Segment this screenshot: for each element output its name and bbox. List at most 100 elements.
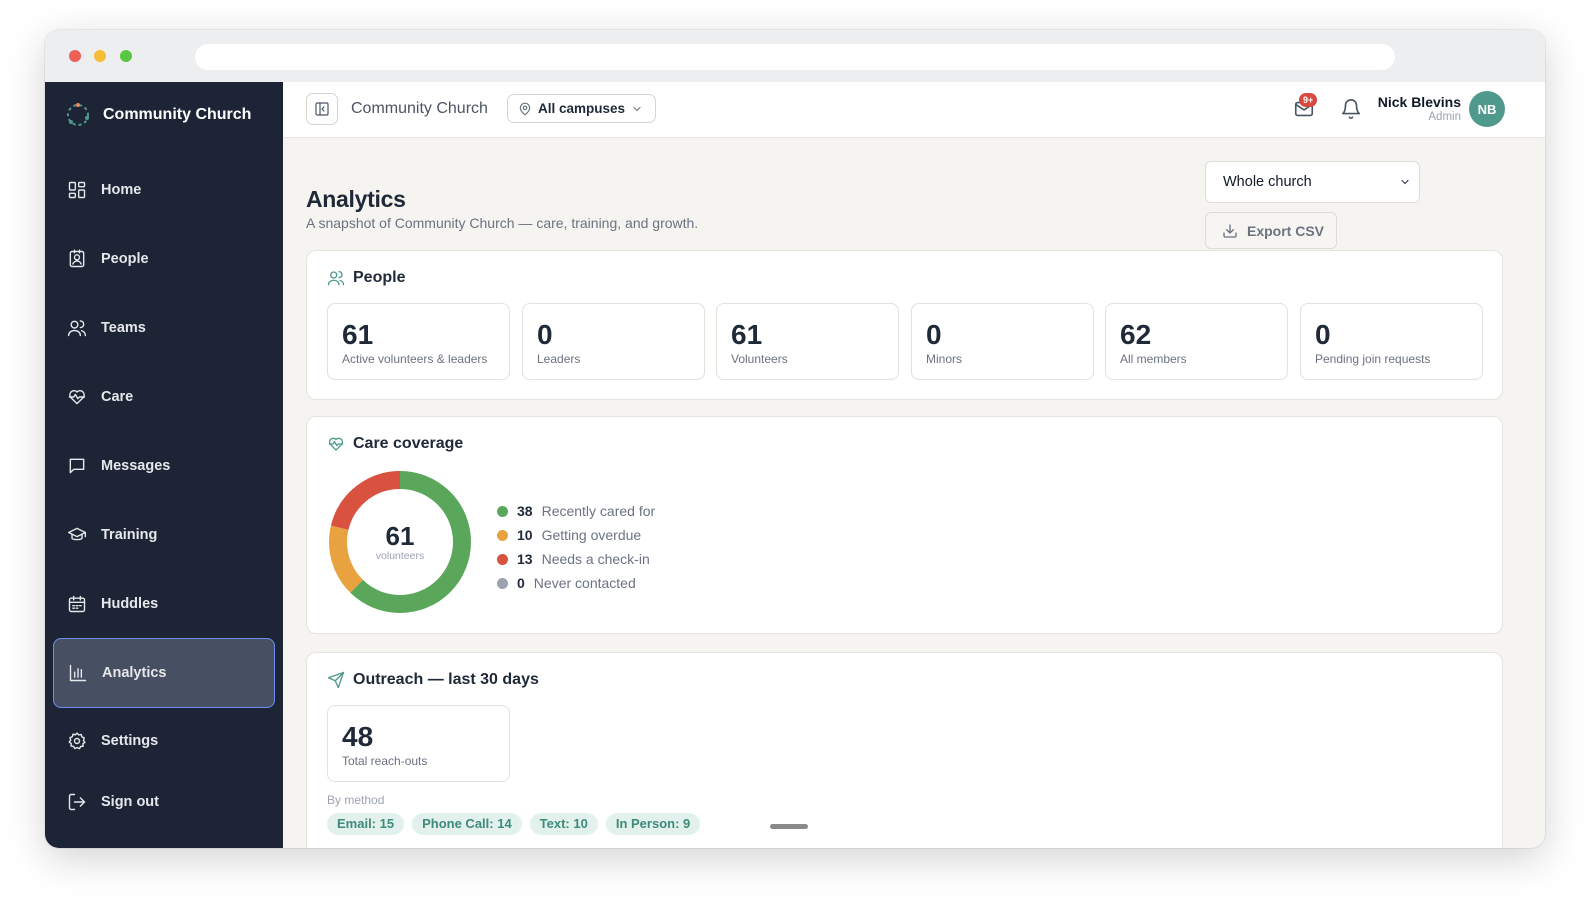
user-role: Admin (1428, 111, 1461, 123)
stat-value: 61 (342, 319, 374, 350)
people-card-heading: People (353, 269, 406, 286)
message-icon (69, 458, 85, 474)
stat-label: Volunteers (731, 352, 788, 366)
sidebar-item-label: Home (101, 182, 142, 198)
sidebar-item-label: Training (101, 527, 158, 543)
sidebar-item-huddles[interactable]: Huddles (53, 570, 275, 638)
campus-label: All campuses (538, 101, 626, 116)
close-window-button[interactable] (69, 50, 81, 62)
method-chip: Phone Call: 14 (412, 813, 522, 835)
church-name: Community Church (351, 100, 488, 117)
care-card-heading: Care coverage (353, 435, 464, 452)
legend-dot (497, 577, 508, 589)
scope-select-value: Whole church (1223, 174, 1312, 190)
legend-label: Getting overdue (541, 527, 642, 543)
donut-unit: volunteers (375, 550, 425, 562)
sidebar-item-label: Analytics (102, 665, 167, 681)
sidebar-item-settings[interactable]: Settings (53, 707, 275, 775)
address-bar[interactable] (195, 44, 1395, 70)
sidebar-item-training[interactable]: Training (53, 501, 275, 569)
stat-label: Total reach-outs (342, 754, 428, 768)
bell-icon[interactable] (1340, 98, 1362, 120)
legend-count: 38 (517, 503, 533, 519)
outreach-card-title: Outreach — last 30 days (327, 671, 539, 689)
sidebar-item-label: Messages (101, 458, 171, 474)
legend-dot (497, 505, 508, 517)
sidebar-item-messages[interactable]: Messages (53, 432, 275, 500)
donut-center: 61 volunteers (327, 469, 473, 615)
main-content: Community Church All campuses 9+ Nick Bl… (283, 82, 1545, 848)
sidebar-item-label: Sign out (101, 794, 159, 810)
sidebar-item-home[interactable]: Home (53, 156, 275, 224)
method-chip: In Person: 9 (605, 813, 701, 835)
map-pin-icon (519, 102, 531, 115)
user-name[interactable]: Nick Blevins (1378, 94, 1461, 110)
legend-item: 13 Needs a check-in (497, 547, 655, 571)
stat-label: Leaders (537, 352, 581, 366)
users-icon (327, 270, 345, 286)
legend-item: 10 Getting overdue (497, 523, 655, 547)
heart-pulse-icon (328, 437, 344, 451)
scroll-handle[interactable] (770, 824, 808, 829)
sidebar-item-teams[interactable]: Teams (53, 294, 275, 362)
care-card-title: Care coverage (327, 435, 463, 453)
toggle-sidebar-button[interactable] (306, 93, 338, 125)
sidebar-item-people[interactable]: People (53, 225, 275, 293)
people-card: People 61 Active volunteers & leaders 0 … (306, 250, 1503, 400)
sidebar-item-sign-out[interactable]: Sign out (53, 768, 275, 836)
download-icon (1223, 223, 1237, 238)
stat-value: 62 (1120, 319, 1152, 350)
stat-card: 0 Minors (911, 303, 1094, 380)
stat-card: 61 Active volunteers & leaders (327, 303, 510, 380)
legend-label: Recently cared for (541, 503, 656, 519)
export-csv-label: Export CSV (1247, 222, 1325, 239)
stat-value: 61 (731, 319, 763, 350)
export-csv-button[interactable]: Export CSV (1205, 212, 1337, 249)
sidebar-item-label: People (101, 251, 149, 267)
care-legend: 38 Recently cared for 10 Getting overdue… (497, 499, 655, 595)
legend-dot (497, 529, 508, 541)
legend-label: Needs a check-in (541, 551, 650, 567)
notification-count-badge: 9+ (1299, 93, 1318, 107)
campus-selector[interactable]: All campuses (507, 94, 657, 123)
legend-item: 38 Recently cared for (497, 499, 655, 523)
legend-item: 0 Never contacted (497, 571, 655, 595)
method-chips: Email: 15 Phone Call: 14 Text: 10 In Per… (327, 813, 701, 835)
page-subtitle: A snapshot of Community Church — care, t… (306, 215, 699, 231)
bar-chart-icon (69, 664, 87, 682)
stat-card: 61 Volunteers (716, 303, 899, 380)
scope-select[interactable]: Whole church (1205, 161, 1420, 203)
chevron-down-icon (1401, 179, 1409, 185)
users-icon (67, 320, 87, 337)
sidebar-item-analytics[interactable]: Analytics (53, 638, 275, 708)
send-icon (327, 671, 345, 689)
outreach-card-heading: Outreach — last 30 days (353, 671, 539, 688)
stat-value: 48 (342, 721, 374, 752)
maximize-window-button[interactable] (120, 50, 132, 62)
donut-total: 61 (385, 521, 415, 551)
stat-card: 0 Pending join requests (1300, 303, 1483, 380)
browser-titlebar (45, 30, 1545, 82)
heart-pulse-icon (68, 390, 86, 405)
minimize-window-button[interactable] (94, 50, 106, 62)
legend-dot (497, 553, 508, 565)
sidebar-item-label: Settings (101, 733, 159, 749)
stat-value: 0 (926, 319, 942, 350)
stat-value: 0 (537, 319, 553, 350)
sidebar-item-care[interactable]: Care (53, 363, 275, 431)
chevron-down-icon (633, 106, 641, 111)
stat-label: Active volunteers & leaders (342, 352, 488, 366)
avatar[interactable]: NB (1469, 91, 1505, 127)
by-method-label: By method (327, 793, 385, 807)
sidebar: Community Church Home People Teams Care … (45, 82, 283, 848)
legend-count: 13 (517, 551, 533, 567)
graduation-cap-icon (67, 527, 87, 541)
method-chip: Email: 15 (327, 813, 405, 835)
brand[interactable]: Community Church (65, 100, 251, 130)
stat-label: Minors (926, 352, 963, 366)
stat-card: 62 All members (1105, 303, 1288, 380)
stat-card: 0 Leaders (522, 303, 705, 380)
gear-icon (68, 732, 86, 750)
sign-out-icon (68, 793, 86, 811)
outreach-card: Outreach — last 30 days 48 Total reach-o… (306, 652, 1503, 848)
